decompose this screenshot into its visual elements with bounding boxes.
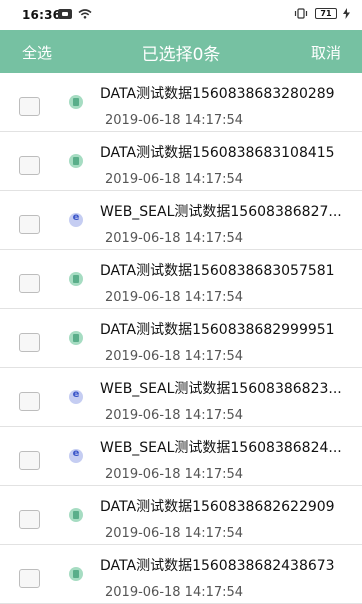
item-title: DATA测试数据1560838683280289	[100, 86, 335, 102]
notification-icon	[58, 9, 72, 19]
item-timestamp: 2019-06-18 14:17:54	[105, 349, 244, 364]
item-title: WEB_SEAL测试数据15608386823...	[100, 381, 342, 397]
list-item[interactable]: WEB_SEAL测试数据15608386824... 2019-06-18 14:…	[0, 427, 362, 486]
item-checkbox[interactable]	[19, 392, 40, 411]
item-timestamp: 2019-06-18 14:17:54	[105, 290, 244, 305]
list-item[interactable]: DATA测试数据1560838683057581 2019-06-18 14:17…	[0, 250, 362, 309]
page-title: 已选择0条	[141, 45, 221, 65]
web-seal-icon	[69, 212, 83, 227]
status-time: 16:36	[22, 8, 62, 22]
data-icon	[69, 508, 83, 522]
item-checkbox[interactable]	[19, 510, 40, 529]
list-item[interactable]: DATA测试数据1560838682622909 2019-06-18 14:17…	[0, 486, 362, 545]
list-item[interactable]: DATA测试数据1560838682999951 2019-06-18 14:17…	[0, 309, 362, 368]
list-item[interactable]: DATA测试数据1560838683108415 2019-06-18 14:17…	[0, 132, 362, 191]
battery-icon: 71	[315, 8, 337, 19]
item-timestamp: 2019-06-18 14:17:54	[105, 113, 244, 128]
item-timestamp: 2019-06-18 14:17:54	[105, 585, 244, 600]
item-checkbox[interactable]	[19, 451, 40, 470]
list-item[interactable]: DATA测试数据1560838683280289 2019-06-18 14:17…	[0, 73, 362, 132]
item-timestamp: 2019-06-18 14:17:54	[105, 526, 244, 541]
data-icon	[69, 154, 83, 168]
item-title: WEB_SEAL测试数据15608386827...	[100, 204, 342, 220]
item-checkbox[interactable]	[19, 215, 40, 234]
item-timestamp: 2019-06-18 14:17:54	[105, 408, 244, 423]
web-seal-icon	[69, 389, 83, 404]
data-icon	[69, 567, 83, 581]
item-title: DATA测试数据1560838682999951	[100, 322, 335, 338]
item-timestamp: 2019-06-18 14:17:54	[105, 467, 244, 482]
vibrate-icon	[294, 8, 308, 19]
item-checkbox[interactable]	[19, 569, 40, 588]
item-checkbox[interactable]	[19, 97, 40, 116]
list-item[interactable]: WEB_SEAL测试数据15608386827... 2019-06-18 14:…	[0, 191, 362, 250]
web-seal-icon	[69, 448, 83, 463]
list-item[interactable]: DATA测试数据1560838682438673 2019-06-18 14:17…	[0, 545, 362, 604]
item-title: DATA测试数据1560838683057581	[100, 263, 335, 279]
data-icon	[69, 272, 83, 286]
item-checkbox[interactable]	[19, 156, 40, 175]
item-checkbox[interactable]	[19, 274, 40, 293]
app-header: 全选 已选择0条 取消	[0, 30, 362, 73]
item-timestamp: 2019-06-18 14:17:54	[105, 172, 244, 187]
status-right-icons: 71	[293, 8, 350, 19]
item-title: DATA测试数据1560838682438673	[100, 558, 335, 574]
item-timestamp: 2019-06-18 14:17:54	[105, 231, 244, 246]
wifi-icon	[78, 9, 92, 19]
status-bar: 16:36 71	[0, 0, 362, 30]
item-title: DATA测试数据1560838682622909	[100, 499, 335, 515]
item-title: DATA测试数据1560838683108415	[100, 145, 335, 161]
item-checkbox[interactable]	[19, 333, 40, 352]
data-icon	[69, 331, 83, 345]
status-left-icons	[58, 9, 92, 19]
list-item[interactable]: WEB_SEAL测试数据15608386823... 2019-06-18 14:…	[0, 368, 362, 427]
data-icon	[69, 95, 83, 109]
cancel-button[interactable]: 取消	[311, 42, 341, 63]
item-title: WEB_SEAL测试数据15608386824...	[100, 440, 342, 456]
charging-icon	[343, 8, 350, 19]
